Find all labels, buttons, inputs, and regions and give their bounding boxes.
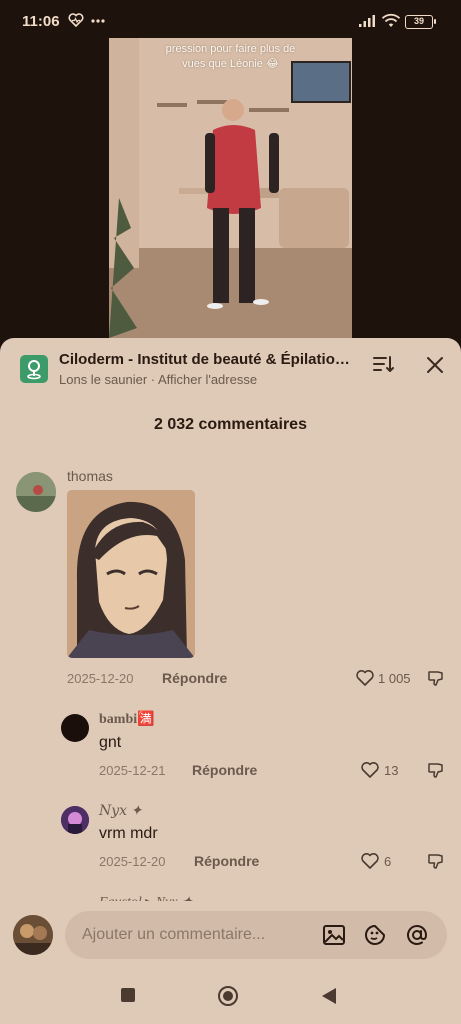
comment-sticker-image[interactable] bbox=[67, 490, 195, 658]
video-caption-line: pression pour faire plus de bbox=[165, 43, 296, 55]
reply-button[interactable]: Répondre bbox=[192, 762, 257, 778]
recent-apps-button[interactable] bbox=[120, 987, 136, 1008]
comment-input-placeholder: Ajouter un commentaire... bbox=[82, 926, 266, 943]
comment-text: vrm mdr bbox=[99, 825, 158, 842]
location-pin-icon[interactable] bbox=[20, 355, 48, 383]
heart-icon[interactable] bbox=[360, 851, 380, 876]
battery-indicator: 39 bbox=[405, 15, 436, 29]
reply-button[interactable]: Répondre bbox=[162, 670, 227, 686]
comment-author[interactable]: thomas bbox=[67, 468, 113, 484]
store-location[interactable]: Lons le saunier · Afficher l'adresse bbox=[59, 372, 257, 387]
comment-author[interactable]: bambi🈵 bbox=[99, 711, 155, 728]
comments-count: 2 032 commentaires bbox=[154, 416, 307, 433]
video-frame bbox=[109, 38, 352, 340]
image-icon[interactable] bbox=[322, 923, 346, 952]
health-icon bbox=[68, 12, 84, 33]
like-count: 13 bbox=[384, 763, 399, 778]
video-preview[interactable]: pression pour faire plus de vues que Léo… bbox=[109, 38, 352, 340]
video-caption-line: vues que Léonie 😂 bbox=[182, 58, 279, 70]
comment-text: gnt bbox=[99, 734, 122, 751]
dislike-icon[interactable] bbox=[426, 851, 446, 876]
user-avatar[interactable] bbox=[13, 915, 53, 955]
like-count: 6 bbox=[384, 854, 392, 869]
like-count: 1 005 bbox=[378, 671, 411, 686]
avatar[interactable] bbox=[61, 714, 89, 742]
comment-author[interactable]: 𝑁𝑦𝑥 ✦ bbox=[99, 803, 142, 820]
back-button[interactable] bbox=[321, 987, 337, 1010]
video-caption: pression pour faire plus de vues que Léo… bbox=[109, 42, 352, 72]
comment-date: 2025-12-20 bbox=[99, 854, 166, 869]
close-icon[interactable] bbox=[425, 355, 445, 380]
comment-input[interactable]: Ajouter un commentaire... bbox=[65, 911, 447, 959]
system-nav-bar bbox=[0, 971, 461, 1024]
reply-button[interactable]: Répondre bbox=[194, 853, 259, 869]
store-name[interactable]: Ciloderm - Institut de beauté & Épilatio… bbox=[59, 351, 354, 368]
heart-icon[interactable] bbox=[360, 760, 380, 785]
heart-icon[interactable] bbox=[355, 668, 375, 693]
more-icon bbox=[91, 12, 105, 33]
dislike-icon[interactable] bbox=[426, 760, 446, 785]
signal-icon bbox=[358, 14, 376, 33]
comments-sheet: Ciloderm - Institut de beauté & Épilatio… bbox=[0, 338, 461, 1024]
comment-composer: Ajouter un commentaire... bbox=[0, 901, 461, 971]
avatar[interactable] bbox=[16, 472, 56, 512]
wifi-icon bbox=[381, 13, 401, 34]
dislike-icon[interactable] bbox=[426, 668, 446, 693]
comment-date: 2025-12-20 bbox=[67, 671, 134, 686]
avatar[interactable] bbox=[61, 806, 89, 834]
clock: 11:06 bbox=[22, 13, 60, 30]
comment-date: 2025-12-21 bbox=[99, 763, 166, 778]
home-button[interactable] bbox=[217, 985, 239, 1012]
sort-icon[interactable] bbox=[372, 353, 394, 380]
mention-icon[interactable] bbox=[405, 923, 429, 952]
emoji-sticker-icon[interactable] bbox=[363, 923, 387, 952]
